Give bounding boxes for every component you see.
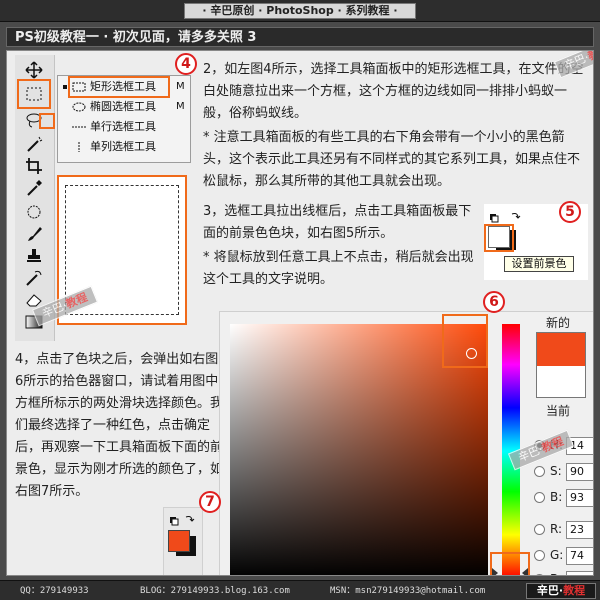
move-tool[interactable] xyxy=(19,59,49,81)
section-title: PS初级教程一 · 初次见面，请多多关照 3 xyxy=(15,30,257,45)
new-color-swatch xyxy=(536,332,586,366)
footer-bar: QQ：279149933 BLOG：279149933.blog.163.com… xyxy=(0,580,600,600)
field-blue: B: xyxy=(534,570,593,575)
step-3-text: 3，选框工具拉出线框后，点击工具箱面板最下面的前景色色块，如右图5所示。 xyxy=(203,204,472,241)
flyout-item-ellipse-marquee[interactable]: 椭圆选框工具 M xyxy=(60,98,190,116)
figure-number-7: 7 xyxy=(199,491,221,513)
footer-qq: QQ：279149933 xyxy=(20,586,89,596)
note-flyout-text: * 注意工具箱面板的有些工具的右下角会带有一个小小的黑色箭头，这个表示此工具还另… xyxy=(203,130,581,189)
flyout-item-column-marquee[interactable]: 单列选框工具 xyxy=(60,138,190,156)
figure-number-5: 5 xyxy=(559,201,581,223)
rect-marquee-highlight xyxy=(68,76,170,98)
field-picker-highlight xyxy=(442,314,488,368)
ellipse-marquee-icon xyxy=(72,102,86,112)
saturation-input[interactable]: 90 xyxy=(566,463,593,481)
move-icon xyxy=(25,61,43,79)
footer-brand: 辛巴·教程 xyxy=(526,583,596,599)
green-input[interactable]: 74 xyxy=(566,547,593,565)
radio-brightness[interactable] xyxy=(534,492,545,503)
stamp-icon xyxy=(27,249,41,262)
marquee-highlight xyxy=(17,79,51,109)
radio-saturation[interactable] xyxy=(534,466,545,477)
flyout-item-row-marquee[interactable]: 单行选框工具 xyxy=(60,118,190,136)
flyout-arrow-highlight xyxy=(39,113,55,129)
step-4-text: 4，点击了色块之后，会弹出如右图6所示的拾色器窗口，请试着用图中方框所标示的两处… xyxy=(15,352,224,499)
healing-icon xyxy=(27,205,41,219)
section-bar: PS初级教程一 · 初次见面，请多多关照 3 xyxy=(6,27,594,47)
field-saturation: S: 90 xyxy=(534,462,593,482)
note-tooltip-text: * 将鼠标放到任意工具上不点击，稍后就会出现这个工具的文字说明。 xyxy=(203,250,474,287)
field-green: G: 74 xyxy=(534,546,593,566)
top-header: · 辛巴原创 · PhotoShop · 系列教程 · xyxy=(0,0,600,22)
red-input[interactable]: 23 xyxy=(566,521,593,539)
tutorial-frame: · 辛巴原创 · PhotoShop · 系列教程 · PS初级教程一 · 初次… xyxy=(0,0,600,600)
step-2-text: 2，如左图4所示，选择工具箱面板中的矩形选框工具，在文件的空白处随意拉出来一个方… xyxy=(203,62,584,121)
current-color-label: 当前 xyxy=(546,404,571,418)
eyedropper-tool[interactable] xyxy=(19,177,49,199)
healing-brush-tool[interactable] xyxy=(19,201,49,223)
crop-tool[interactable] xyxy=(19,155,49,177)
history-brush-icon xyxy=(26,270,42,286)
current-color-swatch[interactable] xyxy=(536,366,586,398)
crop-icon xyxy=(26,158,42,174)
foreground-color-swatch-red[interactable] xyxy=(168,530,190,552)
magic-wand-icon xyxy=(27,136,43,152)
marquee-flyout-menu: 矩形选框工具 M 椭圆选框工具 M 单行选框工具 单列选框工具 xyxy=(57,75,191,163)
foreground-swatch-highlight xyxy=(484,224,514,252)
photoshop-toolbox xyxy=(15,55,55,341)
footer-msn[interactable]: MSN：msn279149933@hotmail.com xyxy=(330,584,485,598)
column-marquee-icon xyxy=(78,142,80,152)
history-brush-tool[interactable] xyxy=(19,267,49,289)
brightness-input[interactable]: 93 xyxy=(566,489,593,507)
radio-red[interactable] xyxy=(534,524,545,535)
brush-icon xyxy=(28,227,42,241)
figure-number-4: 4 xyxy=(175,53,197,75)
hue-slider-left-arrow[interactable] xyxy=(492,568,498,575)
figure-7-swatch xyxy=(163,507,203,575)
content-panel: 矩形选框工具 M 椭圆选框工具 M 单行选框工具 单列选框工具 4 2，如左图4… xyxy=(6,50,594,576)
field-brightness: B: 93 xyxy=(534,488,593,508)
hue-slider-right-arrow[interactable] xyxy=(522,568,528,575)
magic-wand-tool[interactable] xyxy=(19,133,49,155)
brush-tool[interactable] xyxy=(19,223,49,245)
new-color-label: 新的 xyxy=(546,316,571,330)
blue-input[interactable] xyxy=(566,571,593,575)
selected-bullet-icon xyxy=(63,85,67,89)
tooltip-set-foreground: 设置前景色 xyxy=(504,256,574,272)
radio-green[interactable] xyxy=(534,550,545,561)
figure-number-6: 6 xyxy=(483,291,505,313)
radio-blue[interactable] xyxy=(534,574,545,575)
default-colors-icon xyxy=(170,516,195,526)
footer-blog[interactable]: BLOG：279149933.blog.163.com xyxy=(140,584,290,598)
eyedropper-icon xyxy=(27,180,42,196)
header-title: · 辛巴原创 · PhotoShop · 系列教程 · xyxy=(184,3,416,19)
field-red: R: 23 xyxy=(534,520,593,540)
clone-stamp-tool[interactable] xyxy=(19,245,49,267)
row-marquee-icon xyxy=(72,126,86,128)
